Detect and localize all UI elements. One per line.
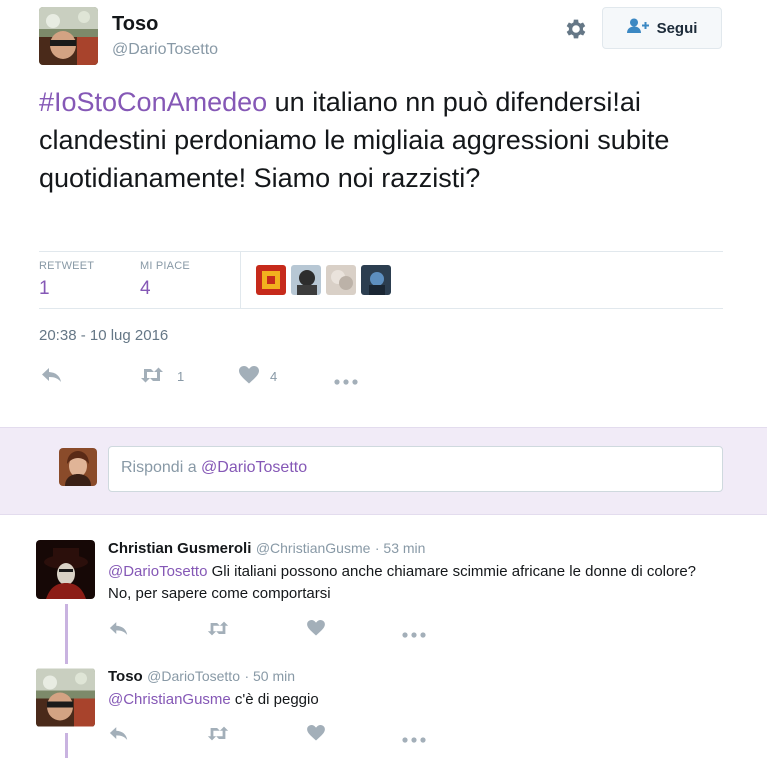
reply-author-handle[interactable]: @ChristianGusme: [256, 540, 371, 556]
reply-text: @DarioTosetto Gli italiani possono anche…: [108, 561, 718, 605]
author-handle[interactable]: @DarioTosetto: [112, 41, 218, 59]
reply-avatar[interactable]: [36, 668, 95, 727]
likes-stat-label: MI PIACE: [140, 260, 190, 272]
reply-time[interactable]: · 53 min: [375, 540, 426, 556]
reply-author-handle[interactable]: @DarioTosetto: [147, 668, 240, 684]
author-avatar[interactable]: [39, 7, 98, 65]
heart-icon[interactable]: [239, 366, 259, 389]
likes-stat[interactable]: MI PIACE 4: [140, 260, 190, 300]
retweet-stat[interactable]: RETWEET 1: [39, 260, 94, 300]
thread-line: [65, 604, 68, 664]
stats-vertical-divider: [240, 251, 241, 308]
reply-icon[interactable]: [109, 621, 129, 641]
like-action-count: 4: [270, 369, 278, 384]
retweet-stat-count: 1: [39, 278, 50, 299]
retweet-icon[interactable]: [139, 367, 165, 388]
follow-button[interactable]: Segui: [602, 7, 722, 49]
liker-avatar[interactable]: [291, 265, 321, 295]
more-icon[interactable]: [334, 372, 358, 390]
add-user-icon: [626, 18, 649, 38]
retweet-icon[interactable]: [206, 726, 230, 746]
reply-author-name[interactable]: Christian Gusmeroli: [108, 540, 251, 557]
reply-mention[interactable]: @ChristianGusme: [108, 691, 231, 708]
reply-mention[interactable]: @DarioTosetto: [108, 563, 207, 580]
more-icon[interactable]: [402, 625, 426, 643]
reply-body: c'è di peggio: [230, 691, 319, 708]
reply-avatar[interactable]: [36, 540, 95, 599]
hashtag-link[interactable]: #IoStoConAmedeo: [39, 87, 267, 117]
reply-placeholder-mention: @DarioTosetto: [201, 459, 308, 476]
gear-icon[interactable]: [563, 16, 589, 42]
thread-line: [65, 733, 68, 758]
heart-icon[interactable]: [307, 620, 325, 641]
retweet-icon[interactable]: [206, 621, 230, 641]
reply-icon[interactable]: [41, 367, 63, 388]
heart-icon[interactable]: [307, 725, 325, 746]
reply-author-name[interactable]: Toso: [108, 668, 143, 685]
stats-bottom-divider: [39, 308, 723, 309]
reply-input[interactable]: Rispondi a @DarioTosetto: [108, 446, 723, 492]
reply-header: Christian Gusmeroli @ChristianGusme · 53…: [108, 540, 425, 558]
reply-header: Toso @DarioTosetto · 50 min: [108, 668, 295, 686]
tweet-timestamp[interactable]: 20:38 - 10 lug 2016: [39, 327, 168, 344]
more-icon[interactable]: [402, 730, 426, 748]
author-name[interactable]: Toso: [112, 13, 158, 36]
reply-time[interactable]: · 50 min: [244, 668, 295, 684]
follow-label: Segui: [656, 19, 698, 37]
stats-top-divider: [39, 251, 723, 252]
retweet-action-count: 1: [177, 369, 185, 384]
tweet-text: #IoStoConAmedeo un italiano nn può difen…: [39, 83, 739, 197]
liker-avatar[interactable]: [326, 265, 356, 295]
likes-stat-count: 4: [140, 278, 151, 299]
reply-icon[interactable]: [109, 726, 129, 746]
liker-avatar[interactable]: [361, 265, 391, 295]
retweet-stat-label: RETWEET: [39, 260, 95, 272]
reply-text: @ChristianGusme c'è di peggio: [108, 689, 718, 711]
current-user-avatar: [59, 448, 97, 486]
liker-avatar[interactable]: [256, 265, 286, 295]
reply-placeholder: Rispondi a: [121, 459, 202, 476]
